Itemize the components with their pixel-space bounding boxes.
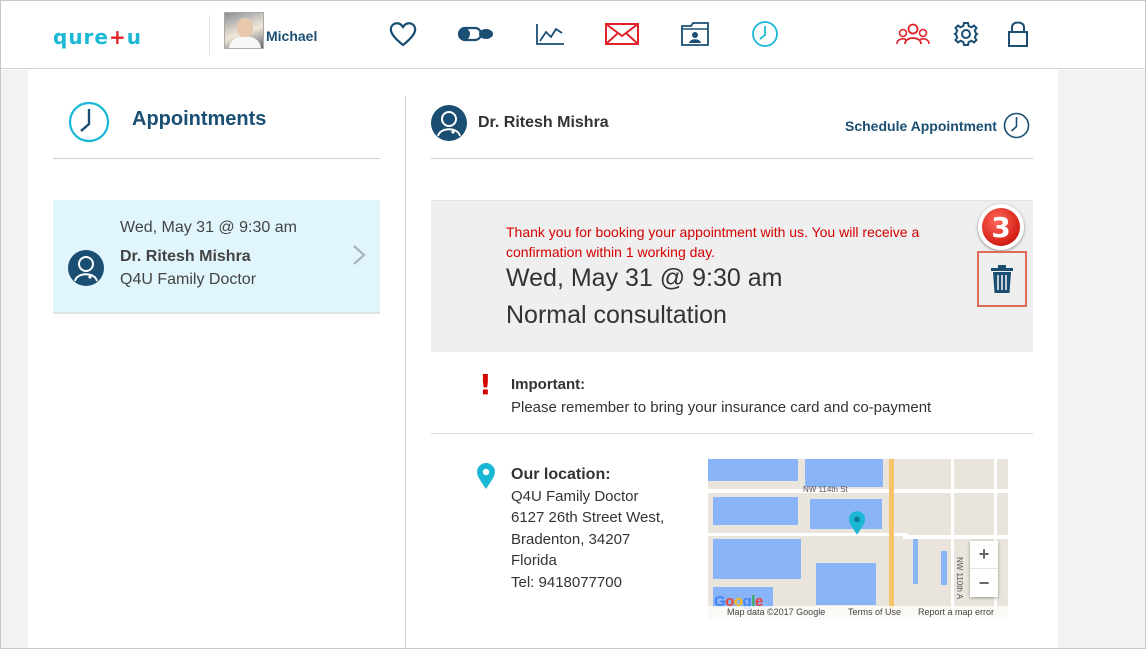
user-avatar[interactable] (224, 12, 264, 49)
map-zoom-out-button[interactable]: − (970, 569, 998, 597)
chevron-right-icon (351, 244, 367, 271)
appointment-place: Q4U Family Doctor (120, 271, 257, 288)
mail-icon[interactable] (605, 19, 639, 49)
detail-doctor-name: Dr. Ritesh Mishra (478, 114, 609, 131)
booking-card: Thank you for booking your appointment w… (431, 200, 1033, 352)
appointments-clock-icon (68, 101, 110, 148)
delete-appointment-button[interactable] (977, 251, 1027, 307)
location-pin-icon (476, 462, 496, 495)
exclamation-icon: ! (479, 368, 492, 401)
location-name: Q4U Family Doctor (511, 487, 639, 505)
booking-type: Normal consultation (506, 301, 727, 329)
appointment-list-item[interactable]: Wed, May 31 @ 9:30 am Dr. Ritesh Mishra … (53, 200, 380, 313)
important-notice: ! Important: Please remember to bring yo… (431, 352, 1033, 434)
heart-icon[interactable] (388, 19, 418, 49)
booking-confirmation-message: Thank you for booking your appointment w… (506, 224, 920, 260)
important-text: Please remember to bring your insurance … (511, 399, 932, 416)
detail-divider (431, 158, 1033, 159)
header-divider (209, 15, 210, 55)
appointment-date: Wed, May 31 @ 9:30 am (120, 219, 297, 236)
left-gutter (1, 70, 28, 648)
user-name[interactable]: Michael (266, 28, 317, 44)
location-state: Florida (511, 552, 557, 570)
booking-date-time: Wed, May 31 @ 9:30 am (506, 264, 783, 292)
schedule-clock-icon[interactable] (1003, 112, 1030, 144)
sidebar-divider (53, 158, 380, 159)
clock-icon[interactable] (750, 19, 780, 49)
pills-icon[interactable] (457, 19, 495, 49)
map-zoom-control: + − (970, 541, 998, 597)
step-badge: 3 (978, 204, 1024, 250)
location-city: Bradenton, 34207 (511, 530, 631, 548)
right-gutter (1058, 70, 1145, 648)
trash-icon (991, 265, 1013, 293)
doctor-avatar-icon (68, 250, 104, 291)
map-zoom-in-button[interactable]: + (970, 541, 998, 569)
appointment-doctor: Dr. Ritesh Mishra (120, 248, 251, 265)
doctor-avatar-icon (431, 105, 467, 146)
users-icon[interactable] (896, 19, 930, 49)
map-report-link[interactable]: Report a map error (918, 607, 994, 617)
folder-icon[interactable] (680, 19, 710, 49)
sidebar-item-divider (53, 313, 380, 314)
important-label: Important: (511, 376, 586, 393)
qure4u-logo[interactable]: qure+u (53, 25, 142, 49)
lock-icon[interactable] (1003, 19, 1033, 49)
gear-icon[interactable] (951, 19, 981, 49)
location-street: 6127 26th Street West, (511, 509, 665, 527)
map-pin-icon (848, 510, 866, 541)
map-terms-link[interactable]: Terms of Use (848, 607, 901, 617)
top-header: qure+u Michael (1, 1, 1145, 69)
map-attribution: Map data ©2017 Google (727, 607, 826, 617)
chart-icon[interactable] (535, 19, 565, 49)
location-label: Our location: (511, 466, 611, 483)
map-street-label: NW 114th St (803, 485, 848, 494)
schedule-appointment-link[interactable]: Schedule Appointment (845, 118, 997, 134)
location-address: Our location: Q4U Family Doctor 6127 26t… (511, 464, 664, 594)
location-phone: Tel: 9418077700 (511, 573, 622, 591)
map-footer: Map data ©2017 Google Terms of Use Repor… (708, 606, 1008, 619)
column-divider (405, 96, 406, 648)
map-vertical-street-label: NW 110th A (955, 557, 964, 600)
appointments-title: Appointments (132, 108, 267, 130)
location-map[interactable]: NW 114th St NW 110th A + − Google Map da… (708, 459, 1008, 619)
